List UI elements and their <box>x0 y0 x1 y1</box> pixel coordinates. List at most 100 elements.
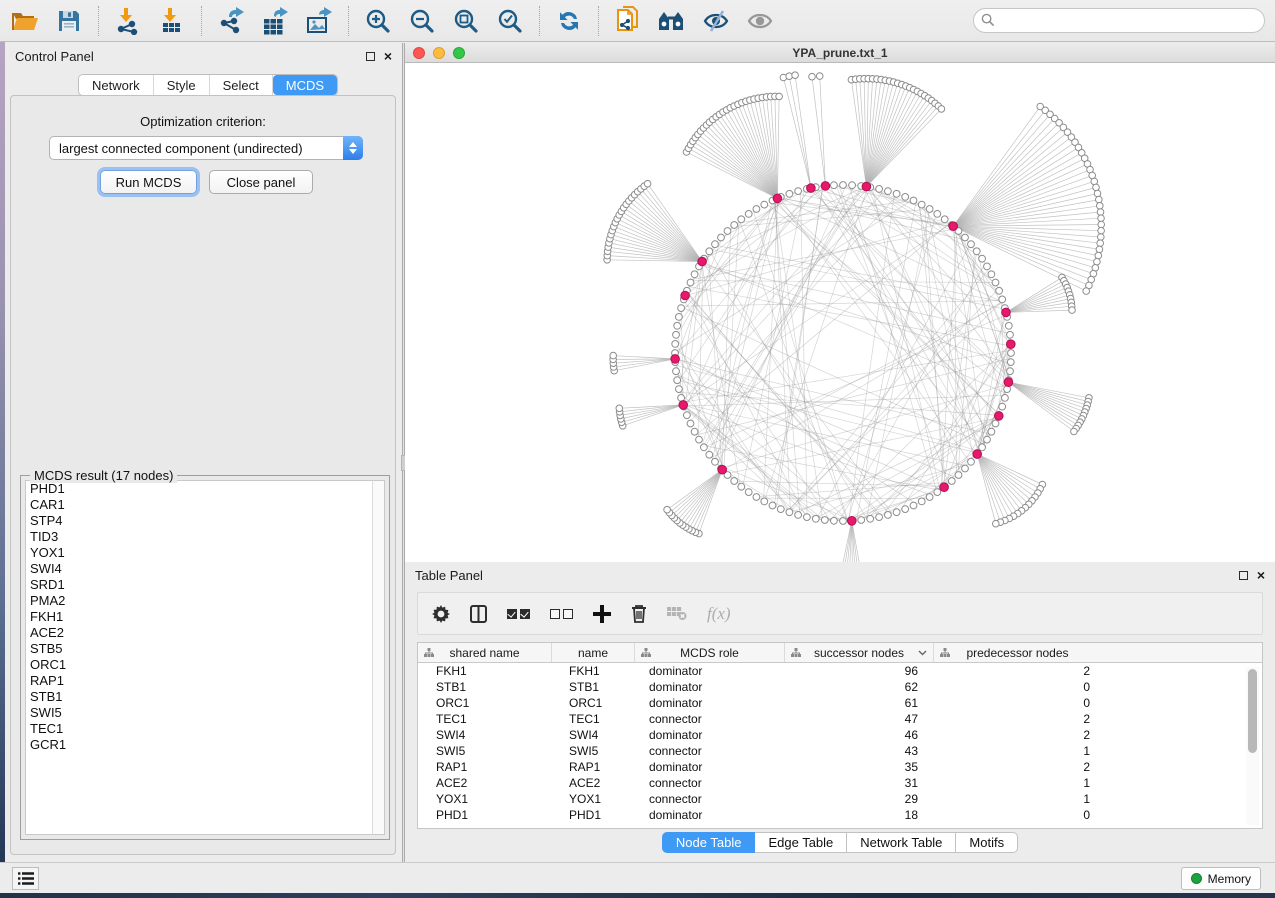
network-leaf-node[interactable] <box>1098 227 1105 234</box>
network-node[interactable] <box>701 444 708 451</box>
network-mcds-node[interactable] <box>1002 308 1011 317</box>
save-session-icon[interactable] <box>54 6 84 36</box>
zoom-out-icon[interactable] <box>407 6 437 36</box>
table-row[interactable]: SWI4SWI4dominator462 <box>418 727 1262 743</box>
network-leaf-node[interactable] <box>776 93 783 100</box>
mcds-result-item[interactable]: PHD1 <box>26 481 384 497</box>
network-mcds-node[interactable] <box>681 291 690 300</box>
column-header-mcds-role[interactable]: MCDS role <box>635 643 785 662</box>
mcds-result-item[interactable]: PMA2 <box>26 593 384 609</box>
network-node[interactable] <box>902 194 909 201</box>
mcds-result-item[interactable]: RAP1 <box>26 673 384 689</box>
tab-style[interactable]: Style <box>154 75 210 95</box>
network-leaf-node[interactable] <box>1098 234 1105 241</box>
delete-column-trash-icon[interactable] <box>631 604 647 623</box>
network-node[interactable] <box>831 182 838 189</box>
mcds-result-item[interactable]: TEC1 <box>26 721 384 737</box>
network-leaf-node[interactable] <box>809 73 816 80</box>
network-node[interactable] <box>840 182 847 189</box>
mcds-result-item[interactable]: SRD1 <box>26 577 384 593</box>
network-node[interactable] <box>712 241 719 248</box>
network-node[interactable] <box>676 314 683 321</box>
network-node[interactable] <box>1007 368 1014 375</box>
hide-selected-icon[interactable] <box>701 6 731 36</box>
float-panel-icon[interactable] <box>1239 571 1248 580</box>
network-mcds-node[interactable] <box>821 182 830 191</box>
scrollbar-thumb[interactable] <box>1248 669 1257 753</box>
network-node[interactable] <box>795 512 802 519</box>
column-header-predecessor-nodes[interactable]: predecessor nodes <box>934 643 1101 662</box>
network-node[interactable] <box>999 403 1006 410</box>
network-node[interactable] <box>724 228 731 235</box>
network-leaf-node[interactable] <box>610 352 617 359</box>
select-all-checkboxes-icon[interactable] <box>507 609 530 619</box>
tab-network[interactable]: Network <box>79 75 154 95</box>
network-mcds-node[interactable] <box>671 355 680 364</box>
mcds-result-list[interactable]: PHD1CAR1STP4TID3YOX1SWI4SRD1PMA2FKH1ACE2… <box>25 480 385 835</box>
mcds-result-item[interactable]: SWI5 <box>26 705 384 721</box>
network-node[interactable] <box>992 279 999 286</box>
mcds-result-item[interactable]: YOX1 <box>26 545 384 561</box>
network-node[interactable] <box>831 517 838 524</box>
network-leaf-node[interactable] <box>792 72 799 79</box>
network-node[interactable] <box>676 386 683 393</box>
network-leaf-node[interactable] <box>1071 428 1078 435</box>
export-table-icon[interactable] <box>260 6 290 36</box>
network-node[interactable] <box>786 190 793 197</box>
network-node[interactable] <box>673 368 680 375</box>
table-row[interactable]: STB1STB1dominator620 <box>418 679 1262 695</box>
network-node[interactable] <box>1005 322 1012 329</box>
network-leaf-node[interactable] <box>1097 203 1104 210</box>
network-leaf-node[interactable] <box>1098 221 1105 228</box>
network-node[interactable] <box>761 201 768 208</box>
network-leaf-node[interactable] <box>1095 252 1102 259</box>
network-mcds-node[interactable] <box>807 184 816 193</box>
network-leaf-node[interactable] <box>616 405 623 412</box>
tab-mcds[interactable]: MCDS <box>273 75 337 95</box>
network-node[interactable] <box>988 428 995 435</box>
network-node[interactable] <box>691 428 698 435</box>
network-node[interactable] <box>1007 331 1014 338</box>
network-node[interactable] <box>738 216 745 223</box>
table-row[interactable]: SWI5SWI5connector431 <box>418 743 1262 759</box>
network-mcds-node[interactable] <box>698 257 707 266</box>
memory-button[interactable]: Memory <box>1181 867 1261 890</box>
table-row[interactable]: RAP1RAP1dominator352 <box>418 759 1262 775</box>
refresh-layout-icon[interactable] <box>554 6 584 36</box>
network-node[interactable] <box>962 465 969 472</box>
table-row[interactable]: FKH1FKH1dominator962 <box>418 663 1262 679</box>
network-node[interactable] <box>984 436 991 443</box>
network-node[interactable] <box>777 506 784 513</box>
column-header-shared-name[interactable]: shared name <box>418 643 552 662</box>
network-node[interactable] <box>984 263 991 270</box>
network-node[interactable] <box>684 412 691 419</box>
network-node[interactable] <box>858 517 865 524</box>
network-node[interactable] <box>691 271 698 278</box>
export-image-icon[interactable] <box>304 6 334 36</box>
mcds-result-item[interactable]: STB1 <box>26 689 384 705</box>
network-node[interactable] <box>674 377 681 384</box>
import-table-icon[interactable] <box>157 6 187 36</box>
float-panel-icon[interactable] <box>366 52 375 61</box>
network-leaf-node[interactable] <box>1097 240 1104 247</box>
network-node[interactable] <box>893 190 900 197</box>
network-node[interactable] <box>840 518 847 525</box>
network-node[interactable] <box>731 478 738 485</box>
network-mcds-node[interactable] <box>940 483 949 492</box>
settings-gear-icon[interactable] <box>432 605 450 623</box>
network-mcds-node[interactable] <box>718 465 727 474</box>
network-node[interactable] <box>731 222 738 229</box>
network-node[interactable] <box>738 483 745 490</box>
tab-motifs[interactable]: Motifs <box>956 832 1018 853</box>
network-canvas[interactable] <box>405 63 1275 562</box>
mcds-result-item[interactable]: TID3 <box>26 529 384 545</box>
run-mcds-button[interactable]: Run MCDS <box>100 170 197 194</box>
network-leaf-node[interactable] <box>1098 215 1105 222</box>
table-row[interactable]: YOX1YOX1connector291 <box>418 791 1262 807</box>
zoom-fit-icon[interactable] <box>451 6 481 36</box>
network-node[interactable] <box>753 494 760 501</box>
network-node[interactable] <box>1007 359 1014 366</box>
network-node[interactable] <box>687 279 694 286</box>
network-mcds-node[interactable] <box>679 401 688 410</box>
network-leaf-node[interactable] <box>993 520 1000 527</box>
